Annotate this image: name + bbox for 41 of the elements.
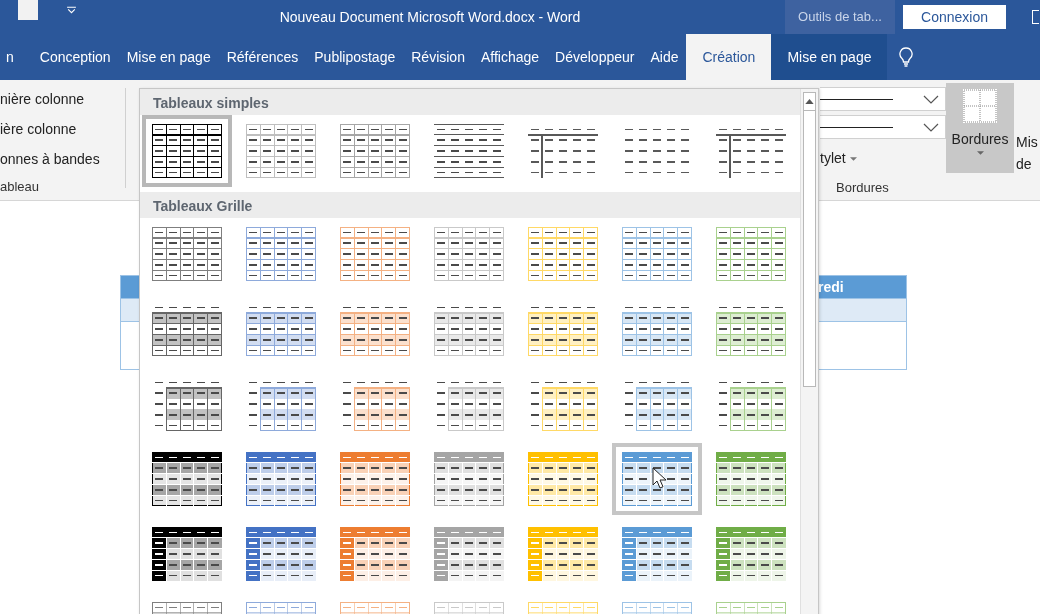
dropdown-arrow-icon[interactable] <box>66 5 77 15</box>
ribbon-tab[interactable]: n <box>0 34 32 80</box>
context-tools-label: Outils de tab... <box>785 0 895 34</box>
mouse-cursor-icon <box>652 467 666 489</box>
table-style-option[interactable]: nière colonne <box>0 89 125 119</box>
caret-icon <box>849 157 857 162</box>
cut-off-button[interactable]: Mis de <box>1016 80 1038 200</box>
table-style-option[interactable]: ière colonne <box>0 119 125 149</box>
table-style-thumbnail[interactable] <box>612 443 702 515</box>
window-icon[interactable] <box>1032 10 1039 24</box>
ribbon-tab[interactable]: Mise en page <box>118 34 219 80</box>
group-label: Bordures <box>836 179 889 195</box>
ribbon-tab[interactable]: Révision <box>403 34 473 80</box>
table-style-option[interactable]: onnes à bandes <box>0 149 125 179</box>
gallery-section-header: Tableaux simples <box>140 89 800 115</box>
window-title: Nouveau Document Microsoft Word.docx - Word <box>278 9 582 25</box>
gallery-section-header: Tableaux Grille <box>140 192 800 218</box>
borders-grid-icon <box>963 89 997 123</box>
chevron-down-icon <box>923 122 939 132</box>
ribbon-tab[interactable]: Mise en page <box>771 34 888 80</box>
borders-button[interactable]: Bordures <box>946 83 1014 173</box>
group-label: ableau <box>0 179 41 194</box>
ribbon-tab[interactable]: Conception <box>31 34 119 80</box>
line-style-dropdown[interactable] <box>820 87 946 111</box>
scrollbar-thumb[interactable] <box>803 111 816 387</box>
pen-color-button[interactable]: tylet <box>820 150 857 166</box>
caret-icon <box>976 151 984 155</box>
ribbon-tab[interactable]: Aide <box>642 34 687 80</box>
table-style-thumbnail[interactable] <box>142 115 232 187</box>
ribbon-tab[interactable]: Développeur <box>547 34 643 80</box>
ribbon-tab[interactable]: Publipostage <box>306 34 404 80</box>
ribbon-tab[interactable]: Affichage <box>472 34 548 80</box>
ribbon-tab[interactable]: Références <box>218 34 307 80</box>
ribbon-tab[interactable]: Création <box>686 34 772 80</box>
chevron-down-icon <box>923 94 939 104</box>
arrow-up-icon <box>805 99 814 104</box>
lightbulb-icon[interactable] <box>899 47 914 67</box>
scroll-up-button[interactable] <box>803 92 816 111</box>
table-header-cell-text: redi <box>818 278 845 297</box>
sign-in-button[interactable]: Connexion <box>903 5 1006 29</box>
line-weight-dropdown[interactable] <box>820 115 946 139</box>
